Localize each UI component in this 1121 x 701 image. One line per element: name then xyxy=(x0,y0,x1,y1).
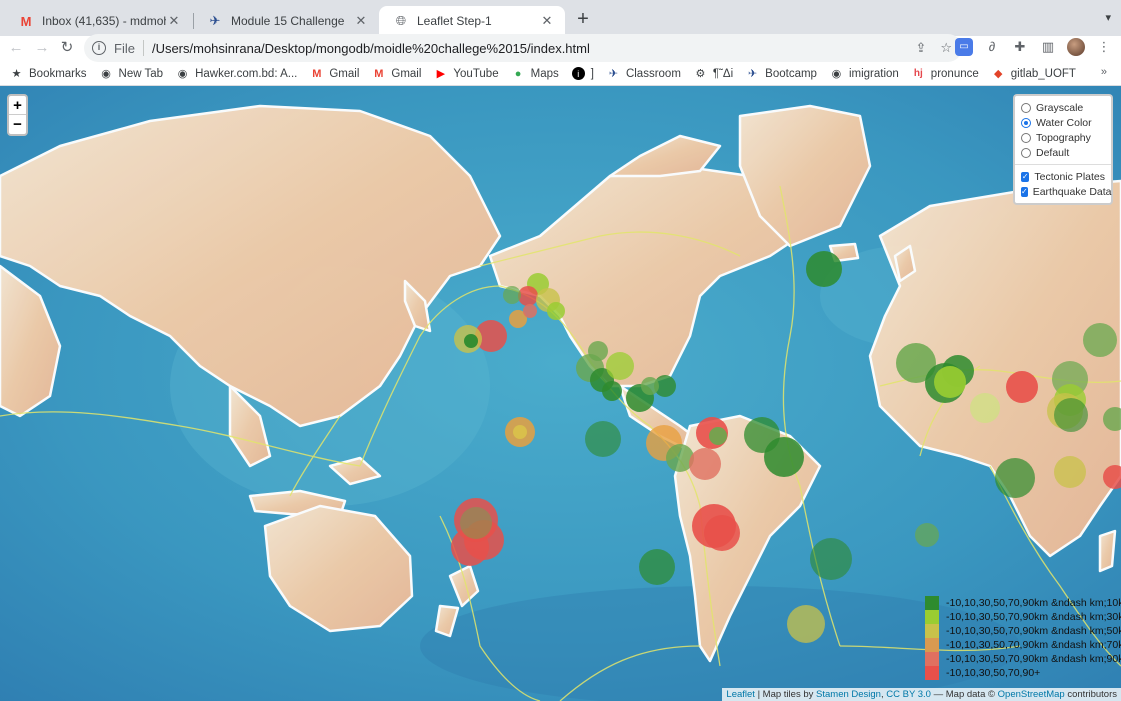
tab-leaflet[interactable]: 🌐︎ Leaflet Step-1 ✕ xyxy=(379,6,565,36)
base-layer-default[interactable]: Default xyxy=(1021,145,1105,160)
legend-item: -10,10,30,50,70,90+ xyxy=(925,666,1121,680)
legend-item: -10,10,30,50,70,90km &ndash km;10km xyxy=(925,596,1121,610)
gmail-icon: M xyxy=(312,67,322,80)
radio-button[interactable] xyxy=(1021,117,1031,128)
bookmark-item[interactable]: ◉ Hawker.com.bd: A... xyxy=(176,67,298,81)
depth-legend: -10,10,30,50,70,90km &ndash km;10km -10,… xyxy=(925,596,1121,680)
bookmark-item[interactable]: ✈ Bootcamp xyxy=(746,67,817,81)
bookmark-item[interactable]: M Gmail xyxy=(372,67,421,80)
bookmarks-bar: ★ Bookmarks ◉ New Tab ◉ Hawker.com.bd: A...… xyxy=(0,62,1121,86)
info-icon[interactable]: i xyxy=(92,41,106,55)
share-icon[interactable]: ⇪ xyxy=(915,40,926,56)
gear-icon: ⚙ xyxy=(695,68,706,80)
zoom-out-button[interactable]: − xyxy=(9,115,26,134)
new-tab-button[interactable]: + xyxy=(572,9,594,31)
base-layer-grayscale[interactable]: Grayscale xyxy=(1021,100,1105,115)
bookmark-item[interactable]: i] xyxy=(571,67,594,80)
base-layer-water-color[interactable]: Water Color xyxy=(1021,115,1105,130)
zoom-in-button[interactable]: + xyxy=(9,96,26,115)
extension-icon[interactable]: ∂ xyxy=(983,38,1001,56)
maps-icon: ● xyxy=(514,67,522,80)
stamen-link[interactable]: Stamen Design xyxy=(816,689,881,700)
address-bar[interactable]: i File /Users/mohsinrana/Desktop/mongodb… xyxy=(84,34,962,62)
browser-toolbar: ← → ↻ i File /Users/mohsinrana/Desktop/m… xyxy=(0,34,1121,62)
menu-icon[interactable]: ⋮ xyxy=(1095,38,1113,56)
tab-module-15[interactable]: ✈ Module 15 Challenge ✕ xyxy=(193,6,379,36)
forward-icon[interactable]: → xyxy=(32,38,52,58)
overlay-earthquake-data[interactable]: ✓ Earthquake Data xyxy=(1021,184,1112,199)
legend-item: -10,10,30,50,70,90km &ndash km;70km xyxy=(925,638,1121,652)
bookmark-item[interactable]: ✈ Classroom xyxy=(607,67,681,81)
globe-icon: ◉ xyxy=(831,68,842,80)
globe-icon: ◉ xyxy=(101,68,111,80)
globe-icon: ◉ xyxy=(177,68,188,80)
bookmark-item[interactable]: M Gmail xyxy=(310,67,359,80)
radio-button[interactable] xyxy=(1021,147,1031,158)
youtube-icon: ▶ xyxy=(436,68,446,80)
side-panel-icon[interactable]: ▥ xyxy=(1039,38,1057,56)
globe-icon: 🌐︎ xyxy=(395,13,407,28)
bookmark-item[interactable]: ◉ imigration xyxy=(830,67,899,81)
radio-button[interactable] xyxy=(1021,132,1031,143)
back-icon[interactable]: ← xyxy=(6,38,26,58)
overlay-tectonic-plates[interactable]: ✓ Tectonic Plates xyxy=(1021,169,1105,184)
license-link[interactable]: CC BY 3.0 xyxy=(886,689,931,700)
reload-icon[interactable]: ↻ xyxy=(57,38,77,58)
bookmark-item[interactable]: ◉ New Tab xyxy=(100,67,163,81)
close-icon[interactable]: ✕ xyxy=(166,13,182,29)
legend-item: -10,10,30,50,70,90km &ndash km;50km xyxy=(925,624,1121,638)
leaflet-link[interactable]: Leaflet xyxy=(726,689,755,700)
close-icon[interactable]: ✕ xyxy=(353,13,369,29)
osm-link[interactable]: OpenStreetMap xyxy=(998,689,1065,700)
tab-search-icon[interactable]: ▾ xyxy=(1105,11,1111,24)
leaflet-map[interactable]: + − Grayscale Water Color Topography Def… xyxy=(0,86,1121,701)
puzzle-icon[interactable]: ✚ xyxy=(1011,38,1029,56)
gitlab-icon: ◆ xyxy=(994,68,1003,80)
bootcamp-icon: ✈ xyxy=(608,68,619,80)
radio-button[interactable] xyxy=(1021,102,1031,113)
tab-gmail[interactable]: M Inbox (41,635) - mdmohsinran ✕ xyxy=(4,6,192,36)
close-icon[interactable]: ✕ xyxy=(539,13,555,29)
gmail-icon: M xyxy=(374,67,384,80)
info-icon: i xyxy=(571,67,585,80)
bookmark-item[interactable]: ◆ gitlab_UOFT xyxy=(992,67,1076,81)
hj-icon: hj xyxy=(913,68,923,79)
bookmark-item[interactable]: ▶ YouTube xyxy=(434,67,499,81)
legend-item: -10,10,30,50,70,90km &ndash km;30km xyxy=(925,610,1121,624)
bookmark-item[interactable]: ★ Bookmarks xyxy=(10,67,87,81)
bookmark-item[interactable]: hj pronunce xyxy=(912,67,979,80)
checkbox[interactable]: ✓ xyxy=(1021,171,1030,182)
avatar[interactable] xyxy=(1067,38,1085,56)
bookmark-item[interactable]: ● Maps xyxy=(512,67,559,80)
base-layer-topography[interactable]: Topography xyxy=(1021,130,1105,145)
map-attribution: Leaflet | Map tiles by Stamen Design, CC… xyxy=(722,688,1121,701)
zoom-control: + − xyxy=(7,94,28,136)
legend-item: -10,10,30,50,70,90km &ndash km;90km xyxy=(925,652,1121,666)
layer-control: Grayscale Water Color Topography Default… xyxy=(1013,94,1113,205)
bookmark-item[interactable]: ⚙ ¶˜Δi xyxy=(694,67,733,81)
url-text[interactable]: /Users/mohsinrana/Desktop/mongodb/moidle… xyxy=(152,41,915,56)
bootcamp-icon: ✈ xyxy=(209,13,221,28)
more-bookmarks-icon[interactable]: » xyxy=(1101,66,1107,78)
star-icon: ★ xyxy=(11,68,22,80)
url-scheme: File xyxy=(114,40,135,56)
checkbox[interactable]: ✓ xyxy=(1021,186,1028,197)
bootcamp-icon: ✈ xyxy=(748,68,758,80)
extension-icon[interactable]: ▭ xyxy=(955,38,973,56)
gmail-icon: M xyxy=(20,13,32,29)
bookmark-star-icon[interactable]: ☆ xyxy=(940,40,952,56)
tab-strip: M Inbox (41,635) - mdmohsinran ✕ ✈ Modul… xyxy=(0,0,1121,36)
